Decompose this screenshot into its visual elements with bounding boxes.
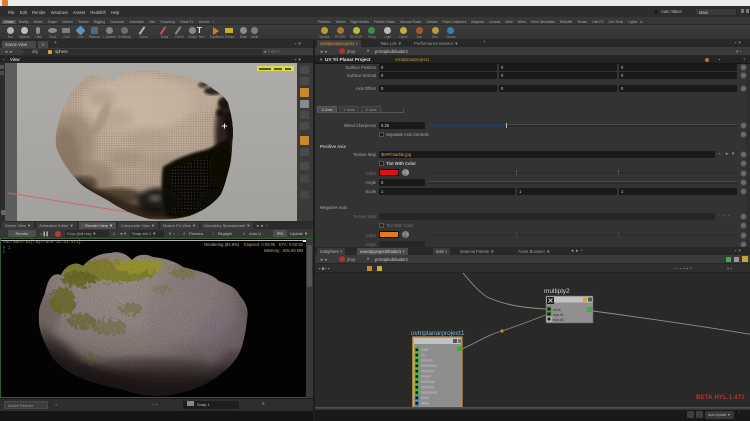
svg-text:multiply2: multiply2 — [544, 288, 570, 295]
svg-text:input2: input2 — [553, 317, 565, 322]
svg-text:uvtriplanarproject1: uvtriplanarproject1 — [411, 330, 465, 337]
